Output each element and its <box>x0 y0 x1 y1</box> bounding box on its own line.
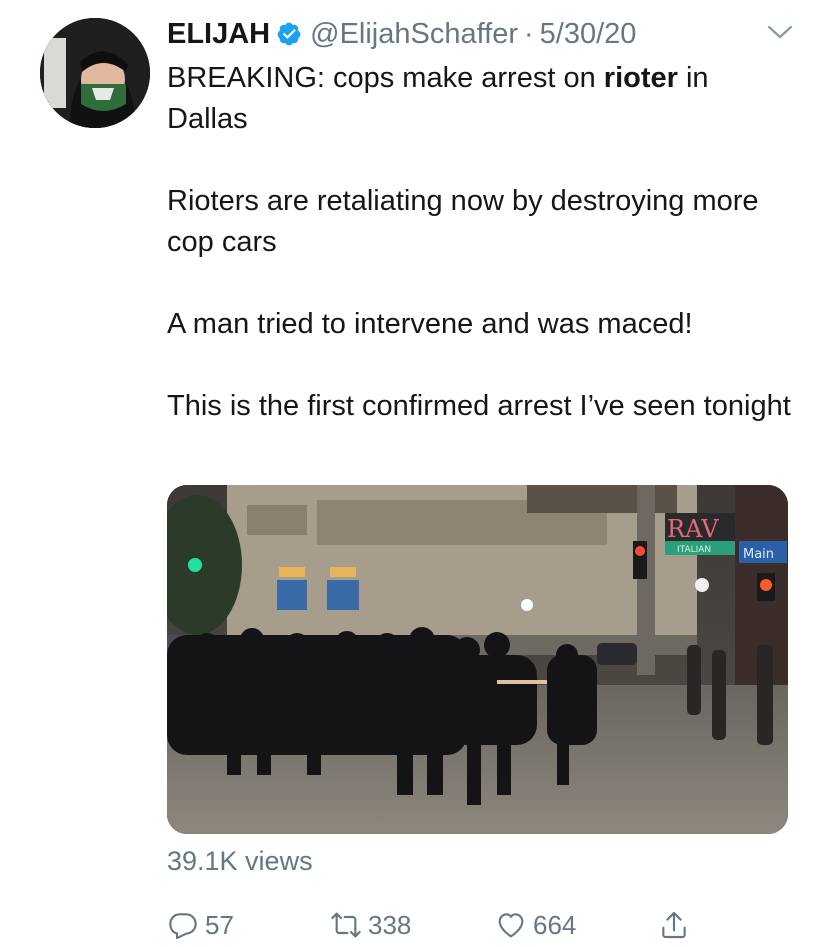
chevron-down-icon[interactable] <box>765 20 795 44</box>
tweet-text: BREAKING: cops make arrest on rioter in … <box>167 58 797 427</box>
video-media[interactable]: RAV ITALIAN Main <box>167 485 788 834</box>
retweet-icon <box>331 912 361 938</box>
view-count: 39.1K views <box>167 846 313 876</box>
like-count: 664 <box>533 909 577 940</box>
tweet-date[interactable]: 5/30/20 <box>540 18 637 51</box>
verified-badge-icon <box>277 22 301 46</box>
share-icon <box>662 911 686 939</box>
reply-count: 57 <box>205 909 234 940</box>
italian-sign: ITALIAN <box>677 545 711 555</box>
like-button[interactable]: 664 <box>495 905 576 945</box>
tweet-paragraph-2: Rioters are retaliating now by destroyin… <box>167 185 759 258</box>
heart-icon <box>498 913 524 938</box>
text-segment: BREAKING: cops make arrest on <box>167 62 604 94</box>
main-street-sign: Main <box>743 547 774 562</box>
rave-sign: RAV <box>667 515 719 543</box>
retweet-count: 338 <box>368 909 412 940</box>
avatar[interactable] <box>40 18 150 128</box>
tweet-actions: 57 338 664 <box>167 905 727 945</box>
share-button[interactable] <box>658 905 690 945</box>
reply-button[interactable]: 57 <box>167 905 234 945</box>
avatar-image <box>40 18 150 128</box>
tweet-paragraph-1: BREAKING: cops make arrest on rioter in … <box>167 58 797 140</box>
author-handle[interactable]: @ElijahSchaffer <box>310 18 518 51</box>
video-frame: RAV ITALIAN Main <box>167 485 788 834</box>
reply-icon <box>169 913 197 940</box>
tweet: ELIJAH @ElijahSchaffer · 5/30/20 BREAKIN… <box>0 0 827 947</box>
tweet-paragraph-3: A man tried to intervene and was maced! <box>167 308 693 340</box>
highlighted-word: rioter <box>603 62 678 94</box>
tweet-header: ELIJAH @ElijahSchaffer · 5/30/20 <box>167 14 636 54</box>
display-name[interactable]: ELIJAH <box>167 18 270 51</box>
separator-dot: · <box>523 17 534 50</box>
tweet-paragraph-4: This is the first confirmed arrest I’ve … <box>167 390 791 422</box>
retweet-button[interactable]: 338 <box>330 905 411 945</box>
